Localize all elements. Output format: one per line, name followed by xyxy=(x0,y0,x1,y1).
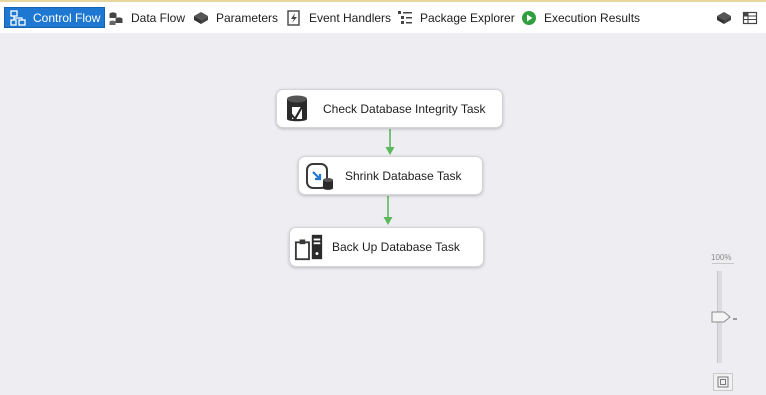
task-label: Back Up Database Task xyxy=(332,240,460,254)
tab-label: Execution Results xyxy=(544,10,641,25)
zoom-slider-thumb[interactable] xyxy=(711,311,731,323)
task-check-database-integrity[interactable]: Check Database Integrity Task xyxy=(276,89,503,128)
event-handlers-icon xyxy=(285,9,303,26)
data-flow-icon xyxy=(107,10,125,26)
zoom-level-label: 100% xyxy=(711,253,732,262)
tab-label: Control Flow xyxy=(33,10,101,25)
fit-to-window-icon xyxy=(717,376,729,388)
zoom-control: 100% xyxy=(709,251,739,395)
designer-tab-strip: Control Flow Data Flow Parameters Event … xyxy=(0,2,766,33)
execution-results-icon xyxy=(520,10,538,26)
package-icon[interactable] xyxy=(715,9,733,27)
control-flow-icon xyxy=(9,9,27,26)
precedence-constraint-2[interactable] xyxy=(383,196,393,225)
tab-label: Parameters xyxy=(216,10,279,25)
task-label: Shrink Database Task xyxy=(345,168,462,183)
tab-label: Package Explorer xyxy=(420,10,515,25)
tab-execution-results[interactable]: Execution Results xyxy=(516,7,644,28)
zoom-tick-mark xyxy=(733,318,737,320)
task-label: Check Database Integrity Task xyxy=(323,101,486,116)
task-back-up-database[interactable]: Back Up Database Task xyxy=(289,227,484,267)
tab-data-flow[interactable]: Data Flow xyxy=(103,7,189,28)
package-explorer-icon xyxy=(396,10,414,26)
database-check-icon xyxy=(283,94,313,124)
tab-event-handlers[interactable]: Event Handlers xyxy=(281,7,395,28)
variables-grid-icon[interactable] xyxy=(741,9,759,27)
precedence-constraints xyxy=(383,129,395,225)
database-backup-icon xyxy=(294,232,324,262)
control-flow-design-surface[interactable]: Check Database Integrity Task Shrink Dat… xyxy=(0,33,766,395)
tab-parameters[interactable]: Parameters xyxy=(188,7,282,28)
database-shrink-icon xyxy=(305,161,335,191)
tab-package-explorer[interactable]: Package Explorer xyxy=(392,7,519,28)
tab-label: Event Handlers xyxy=(309,10,392,25)
tab-label: Data Flow xyxy=(131,10,186,25)
zoom-divider xyxy=(712,263,734,264)
parameters-icon xyxy=(192,10,210,26)
zoom-to-fit-button[interactable] xyxy=(713,373,733,391)
tab-control-flow[interactable]: Control Flow xyxy=(4,7,106,28)
precedence-constraint-1[interactable] xyxy=(385,129,395,155)
task-shrink-database[interactable]: Shrink Database Task xyxy=(298,156,483,195)
